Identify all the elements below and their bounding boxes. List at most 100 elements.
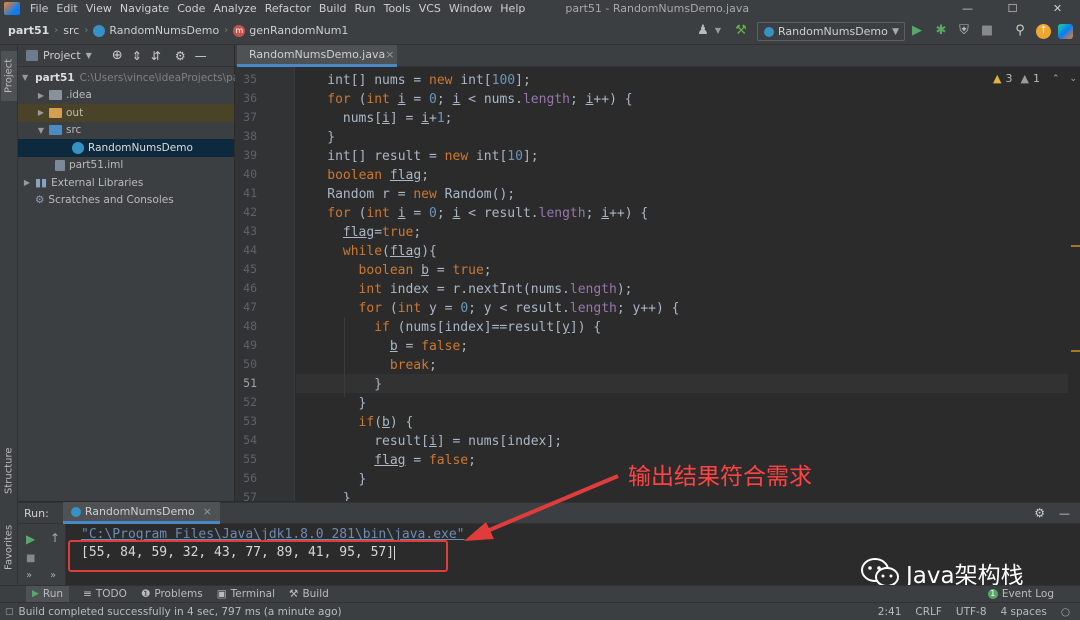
menu-vcs[interactable]: VCS [415, 2, 445, 15]
arrow-up-icon[interactable]: ↑ [50, 531, 60, 545]
menu-view[interactable]: View [82, 2, 116, 15]
run-config-label: RandomNumsDemo [778, 25, 888, 38]
tree-item-randomnumsdemo[interactable]: RandomNumsDemo [18, 139, 234, 157]
breadcrumb-src[interactable]: src [63, 24, 79, 37]
expand-all-icon[interactable]: ⇕ [132, 49, 142, 63]
code-token: ++) { [593, 92, 633, 107]
chevron-up-icon[interactable]: ⌃ [1052, 74, 1060, 84]
close-icon[interactable]: ✕ [1035, 2, 1080, 15]
project-tool-tab[interactable]: Project [1, 51, 17, 101]
code-token: Random r = [327, 187, 414, 202]
collapse-all-icon[interactable]: ⇵ [151, 49, 161, 63]
hide-panel-icon[interactable]: — [1059, 507, 1070, 520]
breadcrumb-method[interactable]: genRandomNum1 [249, 24, 348, 37]
status-toggle-icon[interactable]: ▢ [5, 607, 14, 617]
tree-item-src[interactable]: ▼ src [18, 122, 234, 140]
toolwindow-terminal[interactable]: ▣ Terminal [217, 588, 275, 600]
toolwindow-run[interactable]: ▶ Run [26, 586, 70, 602]
code-token: } [327, 130, 336, 145]
menu-help[interactable]: Help [496, 2, 529, 15]
code-token: y [562, 320, 570, 335]
tree-item-iml[interactable]: part51.iml [18, 157, 234, 175]
code-token: } [358, 472, 367, 487]
file-encoding[interactable]: UTF-8 [956, 606, 987, 618]
hide-panel-icon[interactable]: — [195, 49, 207, 63]
inspection-widget[interactable]: ▲ 3 ▲ 1 ⌃ ⌄ [993, 72, 1077, 85]
more-icon[interactable]: » [26, 570, 32, 581]
chevron-down-icon[interactable]: ▼ [22, 73, 28, 82]
tree-item-part51[interactable]: ▼ part51 C:\Users\vince\IdeaProjects\pa [18, 69, 239, 87]
event-log-button[interactable]: 1 Event Log [987, 588, 1054, 600]
user-icon[interactable]: ♟ [696, 24, 710, 38]
hammer-icon[interactable]: ⚒ [734, 24, 748, 38]
rerun-icon[interactable]: ▶ [26, 532, 35, 546]
structure-tab-label: Structure [3, 447, 15, 495]
search-icon[interactable]: ⚲ [1013, 24, 1027, 38]
minimize-icon[interactable]: — [945, 2, 990, 15]
tree-item-external-libraries[interactable]: ▶ ▮▮ External Libraries [18, 174, 234, 192]
menu-file[interactable]: File [26, 2, 52, 15]
more-icon[interactable]: » [50, 570, 56, 581]
tab-randomnumsdemo[interactable]: RandomNumsDemo.java × [237, 45, 397, 67]
chevron-right-icon[interactable]: ▶ [36, 91, 46, 100]
breadcrumb-project[interactable]: part51 [8, 24, 49, 37]
line-separator[interactable]: CRLF [915, 606, 942, 618]
maximize-icon[interactable]: ☐ [990, 2, 1035, 15]
dropdown-caret-icon[interactable]: ▼ [711, 24, 725, 38]
menu-run[interactable]: Run [351, 2, 380, 15]
favorites-tool-tab[interactable]: Favorites [1, 520, 17, 574]
toolwindow-todo[interactable]: ≡ TODO [83, 588, 127, 600]
menu-code[interactable]: Code [173, 2, 209, 15]
toolwindow-problems[interactable]: ❶ Problems [141, 588, 203, 600]
chevron-right-icon[interactable]: ▶ [22, 178, 32, 187]
gear-icon[interactable]: ⚙ [1034, 506, 1045, 520]
project-panel-title[interactable]: Project [43, 49, 81, 62]
chevron-down-icon[interactable]: ▼ [36, 126, 46, 135]
menu-tools[interactable]: Tools [380, 2, 415, 15]
toolbox-icon[interactable] [1058, 24, 1073, 39]
indent-setting[interactable]: 4 spaces [1001, 606, 1047, 618]
run-icon[interactable]: ▶ [910, 24, 924, 38]
list-icon: ≡ [83, 588, 92, 600]
library-icon: ▮▮ [35, 176, 48, 190]
source-folder-icon [49, 125, 62, 136]
close-tab-icon[interactable]: × [385, 48, 394, 61]
menu-window[interactable]: Window [445, 2, 496, 15]
menu-analyze[interactable]: Analyze [209, 2, 260, 15]
tree-item-idea[interactable]: ▶ .idea [18, 87, 234, 105]
debug-icon[interactable]: ✱ [934, 24, 948, 38]
stop-icon[interactable]: ■ [980, 24, 994, 38]
lock-icon[interactable]: ○ [1061, 606, 1070, 618]
code-token: 0 [460, 301, 469, 316]
window-title: part51 - RandomNumsDemo.java [565, 2, 750, 15]
code-token: 100 [491, 73, 516, 88]
line-number: 50 [243, 357, 257, 371]
breadcrumb-class[interactable]: RandomNumsDemo [109, 24, 219, 37]
status-message[interactable]: Build completed successfully in 4 sec, 7… [19, 606, 342, 618]
code-token: = [405, 92, 430, 107]
structure-tool-tab[interactable]: Structure [1, 443, 17, 499]
stop-icon[interactable]: ■ [26, 553, 35, 564]
editor-scrollbar[interactable] [1068, 67, 1080, 501]
menu-refactor[interactable]: Refactor [261, 2, 315, 15]
run-configuration-select[interactable]: RandomNumsDemo ▼ [757, 22, 905, 41]
menu-edit[interactable]: Edit [52, 2, 81, 15]
caret-position[interactable]: 2:41 [878, 606, 902, 618]
tree-item-scratches[interactable]: ⚙ Scratches and Consoles [18, 192, 234, 210]
tree-item-out[interactable]: ▶ out [18, 104, 234, 122]
toolwindow-build[interactable]: ⚒ Build [289, 588, 329, 600]
code-editor[interactable]: int[] nums = new int[100]; for (int i = 0… [296, 67, 1068, 501]
code-token: 10 [507, 149, 523, 164]
code-token: ( [374, 415, 383, 430]
chevron-right-icon[interactable]: ▶ [36, 108, 46, 117]
coverage-icon[interactable]: ⛨ [957, 24, 971, 38]
chevron-down-icon[interactable]: ▼ [86, 51, 92, 60]
gear-icon[interactable]: ⚙ [175, 49, 186, 63]
close-tab-icon[interactable]: × [203, 505, 212, 518]
menu-build[interactable]: Build [315, 2, 351, 15]
menu-navigate[interactable]: Navigate [116, 2, 173, 15]
run-tab[interactable]: RandomNumsDemo × [62, 502, 220, 524]
chevron-down-icon[interactable]: ⌄ [1069, 74, 1077, 84]
locate-icon[interactable]: ⊕ [112, 48, 123, 63]
update-icon[interactable]: ↑ [1036, 24, 1051, 39]
